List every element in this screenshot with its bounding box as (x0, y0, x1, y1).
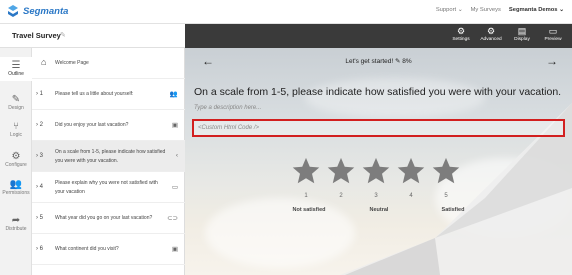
support-menu[interactable]: Support ⌄ (436, 7, 463, 13)
scale-label-low: Not satisfied (292, 207, 326, 213)
users-icon: 👥 (9, 179, 23, 190)
advanced-label: Advanced (480, 37, 502, 42)
star-value: 5 (444, 193, 448, 199)
top-bar: Segmanta Support ⌄ My Surveys Segmanta D… (0, 0, 572, 24)
question-number: › 4 (36, 184, 44, 190)
top-nav: Support ⌄ My Surveys Segmanta Demos ⌄ (436, 7, 564, 13)
outline-icon: ☰ (11, 60, 21, 71)
question-number: › 6 (36, 246, 44, 252)
question-number: › 2 (36, 122, 44, 128)
logo-icon (8, 5, 18, 17)
preview-label: Preview (544, 37, 562, 42)
star-value: 2 (339, 193, 343, 199)
question-item[interactable]: › 3 On a scale from 1-5, please indicate … (32, 141, 185, 172)
rail-item-label: Logic (10, 132, 22, 138)
image-icon: ▣ (171, 246, 178, 253)
question-item[interactable]: › 1 Please tell us a little about yoursel… (32, 79, 185, 110)
rail-item-configure[interactable]: ⚙ Configure (0, 148, 32, 172)
people-icon: 👥 (169, 91, 178, 98)
account-menu[interactable]: Segmanta Demos ⌄ (509, 7, 564, 13)
custom-html-text: <Custom Html Code /> (198, 125, 260, 131)
forward-arrow-icon[interactable]: → (546, 54, 558, 68)
star-icon (362, 157, 390, 184)
question-item-text: Did you enjoy your last vacation? (55, 122, 129, 128)
advanced-button[interactable]: ⚙ Advanced (476, 26, 506, 42)
rail-item-label: Distribute (5, 226, 27, 232)
gears-icon: ⚙ (486, 26, 496, 36)
scale-label-high: Satisfied (441, 207, 465, 213)
rail-item-logic[interactable]: ⑂ Logic (0, 118, 32, 142)
preview-button[interactable]: ▭ Preview (538, 26, 568, 42)
question-item[interactable]: › 2 Did you enjoy your last vacation? ▣ (32, 110, 185, 141)
home-icon: ⌂ (41, 57, 47, 67)
question-item-text: Welcome Page (55, 60, 89, 66)
image-icon: ▣ (171, 122, 178, 129)
gear-icon: ⚙ (11, 151, 21, 162)
question-number: › 5 (36, 215, 44, 221)
custom-html-block[interactable]: <Custom Html Code /> (192, 119, 565, 137)
star-icon (397, 157, 425, 184)
question-number: › 3 (36, 153, 44, 159)
rating-star-4[interactable]: 4 (395, 156, 427, 199)
settings-button[interactable]: ⚙ Settings (446, 26, 476, 42)
survey-title-row: Travel Survey ✎ (0, 24, 185, 48)
question-item[interactable]: › 5 What year did you go on your last vac… (32, 203, 185, 234)
question-item-text: What year did you go on your last vacati… (55, 215, 153, 221)
settings-label: Settings (452, 37, 470, 42)
star-value: 1 (304, 193, 308, 199)
toggle-icon: ⊂⊃ (167, 215, 178, 222)
rail-item-label: Design (8, 105, 24, 111)
rating-star-1[interactable]: 1 (290, 156, 322, 199)
star-icon (292, 157, 320, 184)
display-icon: ▤ (517, 26, 527, 36)
question-item-text: Please tell us a little about yourself: (55, 91, 134, 97)
question-item-text: On a scale from 1-5, please indicate how… (55, 149, 166, 164)
rating-star-2[interactable]: 2 (325, 156, 357, 199)
star-icon (327, 157, 355, 184)
welcome-page-item[interactable]: ⌂ Welcome Page (32, 48, 185, 79)
logic-icon: ⑂ (13, 121, 19, 132)
editor-toolbar: ⚙ Settings ⚙ Advanced ▤ Display ▭ Previe… (185, 24, 572, 48)
text-icon: ▭ (171, 184, 178, 191)
gear-icon: ⚙ (456, 26, 466, 36)
rail-item-outline[interactable]: ☰ Outline (0, 57, 32, 81)
rating-star-3[interactable]: 3 (360, 156, 392, 199)
star-icon (432, 157, 460, 184)
question-item[interactable]: › 4 Please explain why you were not satis… (32, 172, 185, 203)
question-preview: ← Let's get started! ✎ 8% → On a scale f… (185, 48, 572, 275)
scale-icon: ‹ (175, 152, 178, 159)
brand-name: Segmanta (23, 5, 69, 17)
question-item[interactable]: › 6 What continent did you visit? ▣ (32, 234, 185, 265)
survey-title[interactable]: Travel Survey (12, 31, 61, 40)
monitor-icon: ▭ (548, 26, 558, 36)
logo[interactable]: Segmanta (6, 4, 68, 18)
question-list: ⌂ Welcome Page › 1 Please tell us a little … (32, 48, 185, 275)
preview-nav: ← Let's get started! ✎ 8% → (185, 54, 572, 68)
star-value: 4 (409, 193, 413, 199)
display-button[interactable]: ▤ Display (507, 26, 537, 42)
rail-item-design[interactable]: ✎ Design (0, 91, 32, 115)
display-label: Display (514, 37, 530, 42)
design-icon: ✎ (11, 94, 21, 105)
star-value: 3 (374, 193, 378, 199)
question-number: › 1 (36, 91, 44, 97)
rail-item-permissions[interactable]: 👥 Permissions (0, 176, 32, 200)
question-item-text: What continent did you visit? (55, 246, 119, 252)
rail-item-distribute[interactable]: ➦ Distribute (0, 212, 32, 236)
rating-star-5[interactable]: 5 (430, 156, 462, 199)
rail-item-label: Outline (8, 71, 24, 77)
scale-label-mid: Neutral (369, 207, 389, 213)
question-text[interactable]: On a scale from 1-5, please indicate how… (194, 86, 561, 98)
share-icon: ➦ (11, 215, 21, 226)
rail-item-label: Configure (5, 162, 27, 168)
progress-indicator: Let's get started! ✎ 8% (345, 58, 412, 65)
question-item-text: Please explain why you were not satisfie… (55, 180, 158, 195)
my-surveys-link[interactable]: My Surveys (471, 7, 501, 13)
edit-title-icon[interactable]: ✎ (60, 31, 66, 39)
rail-item-label: Permissions (2, 190, 30, 196)
description-field[interactable]: Type a description here... (194, 105, 261, 111)
